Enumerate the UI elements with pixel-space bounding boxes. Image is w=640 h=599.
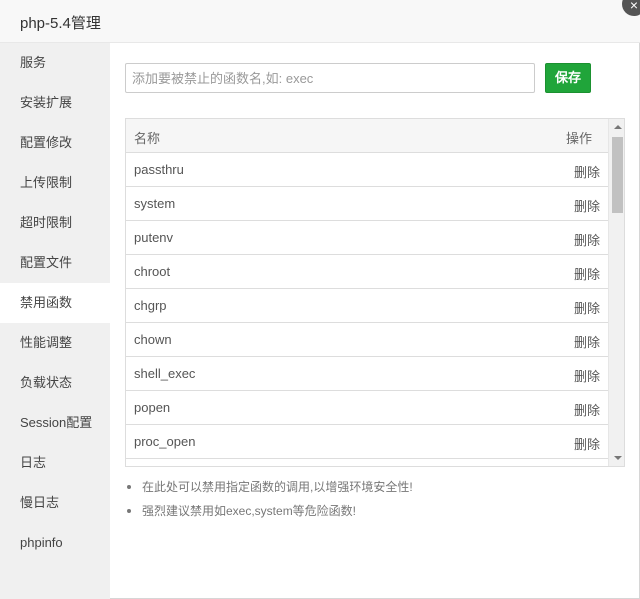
delete-link[interactable]: 删除 [574,366,600,385]
sidebar-item-disabled-functions[interactable]: 禁用函数 [0,283,110,323]
function-name: chroot [134,264,171,279]
delete-link[interactable]: 删除 [574,434,600,453]
help-tips: 在此处可以禁用指定函数的调用,以增强环境安全性! 强烈建议禁用如exec,sys… [125,475,625,523]
scroll-up-arrow-icon[interactable] [609,119,624,135]
sidebar-item-performance[interactable]: 性能调整 [0,323,110,363]
table-row: chroot 删除 [126,255,608,289]
sidebar-item-config-edit[interactable]: 配置修改 [0,123,110,163]
table-row: chgrp 删除 [126,289,608,323]
save-button[interactable]: 保存 [545,63,591,93]
delete-link[interactable]: 删除 [574,196,600,215]
delete-link[interactable]: 删除 [574,264,600,283]
sidebar-item-config-file[interactable]: 配置文件 [0,243,110,283]
table-row: chown 删除 [126,323,608,357]
delete-link[interactable]: 删除 [574,332,600,351]
sidebar-item-log[interactable]: 日志 [0,443,110,483]
php-manager-dialog: php-5.4管理 × 服务 安装扩展 配置修改 上传限制 超时限制 配置文件 … [0,0,640,599]
sidebar-item-install-extension[interactable]: 安装扩展 [0,83,110,123]
table-row: popen 删除 [126,391,608,425]
main-panel: 保存 名称 操作 passthru 删除 system 删除 putenv 删除 [110,43,640,599]
delete-link[interactable]: 删除 [574,162,600,181]
scroll-down-arrow-icon[interactable] [609,450,624,466]
function-name: popen [134,400,171,415]
title-bar: php-5.4管理 [0,0,640,43]
table-row: passthru 删除 [126,153,608,187]
disabled-functions-table: 名称 操作 passthru 删除 system 删除 putenv 删除 ch… [125,118,625,467]
delete-link[interactable]: 删除 [574,298,600,317]
help-tip: 在此处可以禁用指定函数的调用,以增强环境安全性! [125,475,625,499]
scrollbar-thumb[interactable] [612,137,623,213]
help-tip: 强烈建议禁用如exec,system等危险函数! [125,499,625,523]
function-name-input[interactable] [125,63,535,93]
table-row: system 删除 [126,187,608,221]
function-name: proc_open [134,434,196,449]
sidebar-item-session-config[interactable]: Session配置 [0,403,110,443]
function-name: system [134,196,176,211]
table-header: 名称 操作 [126,119,608,153]
column-header-action: 操作 [565,131,592,146]
sidebar-item-timeout-limit[interactable]: 超时限制 [0,203,110,243]
dialog-title: php-5.4管理 [20,15,101,32]
table-row: pcntl_exec 删除 [126,459,608,466]
sidebar-item-slow-log[interactable]: 慢日志 [0,483,110,523]
delete-link[interactable]: 删除 [574,230,600,249]
sidebar-item-service[interactable]: 服务 [0,43,110,83]
table-row: proc_open 删除 [126,425,608,459]
table-row: putenv 删除 [126,221,608,255]
sidebar-item-upload-limit[interactable]: 上传限制 [0,163,110,203]
table-row: shell_exec 删除 [126,357,608,391]
function-name: chown [134,332,172,347]
sidebar-item-load-status[interactable]: 负载状态 [0,363,110,403]
column-header-name: 名称 [134,131,161,146]
sidebar-item-phpinfo[interactable]: phpinfo [0,523,110,563]
table-scrollbar[interactable] [608,119,624,466]
function-name: chgrp [134,298,167,313]
function-name: shell_exec [134,366,196,381]
delete-link[interactable]: 删除 [574,400,600,419]
table-body: passthru 删除 system 删除 putenv 删除 chroot 删… [126,153,608,466]
function-name: putenv [134,230,174,245]
function-name: passthru [134,162,184,177]
sidebar: 服务 安装扩展 配置修改 上传限制 超时限制 配置文件 禁用函数 性能调整 负载… [0,43,110,599]
